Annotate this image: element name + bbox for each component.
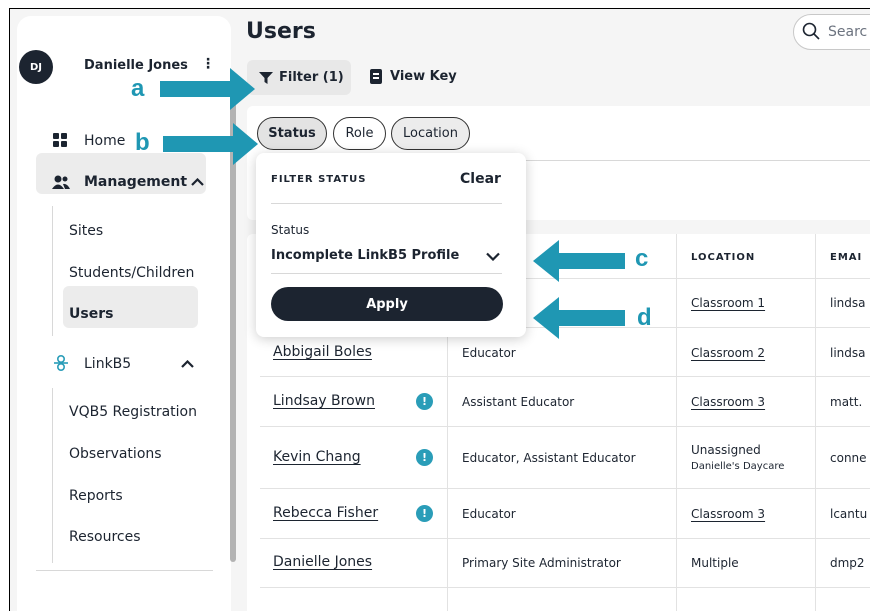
table-cell-email: lindsa xyxy=(830,296,866,310)
table-cell-name[interactable]: Lindsay Brown xyxy=(273,393,375,409)
sidebar-item-students[interactable]: Students/Children xyxy=(69,265,194,281)
table-cell-location[interactable]: Classroom 2 xyxy=(691,346,765,360)
table-cell-name[interactable]: Kevin Chang xyxy=(273,449,361,465)
chevron-down-icon[interactable] xyxy=(486,252,500,261)
key-book-icon xyxy=(370,69,382,84)
sidebar-item-observations[interactable]: Observations xyxy=(69,446,162,462)
warning-icon[interactable]: ! xyxy=(416,393,433,410)
page-title: Users xyxy=(246,19,316,44)
annotation-arrow-c xyxy=(533,240,625,282)
sidebar-item-sites[interactable]: Sites xyxy=(69,223,103,239)
divider xyxy=(271,203,502,204)
table-cell-email: conne xyxy=(830,451,867,465)
filter-button-label: Filter (1) xyxy=(279,70,344,85)
table-cell-role: Primary Site Administrator xyxy=(462,556,621,570)
row-divider xyxy=(260,488,870,489)
table-cell-name[interactable]: Abbigail Boles xyxy=(273,344,372,360)
avatar[interactable]: DJ xyxy=(19,50,53,84)
filter-icon xyxy=(259,71,273,84)
column-divider xyxy=(676,234,677,611)
warning-icon[interactable]: ! xyxy=(416,505,433,522)
sidebar-item-management-label: Management xyxy=(84,174,188,190)
annotation-label-a: a xyxy=(131,75,145,102)
sidebar-item-home[interactable]: Home xyxy=(84,133,125,149)
table-cell-role: Educator xyxy=(462,507,516,521)
sidebar-item-vqb5[interactable]: VQB5 Registration xyxy=(69,404,197,420)
row-divider xyxy=(260,376,870,377)
submenu-line xyxy=(52,388,53,563)
sidebar-item-reports[interactable]: Reports xyxy=(69,488,123,504)
annotation-label-d: d xyxy=(637,304,652,331)
divider xyxy=(482,160,870,161)
column-divider xyxy=(815,234,816,611)
annotation-arrow-d xyxy=(533,297,625,339)
table-cell-email: lindsa xyxy=(830,346,866,360)
popup-title: FILTER STATUS xyxy=(271,174,367,185)
users-icon xyxy=(52,175,70,189)
annotation-arrow-a xyxy=(160,68,255,110)
table-cell-location: Unassigned xyxy=(691,443,761,457)
row-divider xyxy=(260,426,870,427)
table-cell-name[interactable]: Rebecca Fisher xyxy=(273,505,378,521)
chevron-up-icon[interactable] xyxy=(181,360,194,368)
filter-button[interactable]: Filter (1) xyxy=(247,60,351,95)
status-select[interactable]: Incomplete LinkB5 Profile xyxy=(271,248,459,263)
column-header-email[interactable]: EMAI xyxy=(830,252,862,263)
warning-icon[interactable]: ! xyxy=(416,449,433,466)
table-cell-location[interactable]: Classroom 1 xyxy=(691,296,765,310)
apply-button[interactable]: Apply xyxy=(271,287,503,321)
sidebar-item-linkb5[interactable]: LinkB5 xyxy=(84,356,131,372)
view-key-label: View Key xyxy=(390,69,457,84)
table-cell-name[interactable]: Danielle Jones xyxy=(273,554,372,570)
home-grid-icon xyxy=(53,133,67,147)
linkb5-icon xyxy=(54,355,68,371)
annotation-label-c: c xyxy=(635,245,649,272)
chip-location[interactable]: Location xyxy=(391,117,470,150)
chevron-up-icon[interactable] xyxy=(191,178,204,186)
clear-button[interactable]: Clear xyxy=(460,171,501,187)
table-cell-email: lcantu xyxy=(830,507,868,521)
sidebar-item-resources[interactable]: Resources xyxy=(69,529,141,545)
chip-status[interactable]: Status xyxy=(257,117,327,150)
table-cell-email: dmp2 xyxy=(830,556,865,570)
submenu-line xyxy=(52,206,53,336)
table-cell-location[interactable]: Classroom 3 xyxy=(691,507,765,521)
sidebar-item-users-label: Users xyxy=(69,306,114,322)
table-cell-role: Assistant Educator xyxy=(462,395,575,409)
status-field-label: Status xyxy=(271,223,310,237)
table-cell-location-site: Danielle's Daycare xyxy=(691,461,785,472)
annotation-label-b: b xyxy=(135,129,150,156)
row-divider xyxy=(260,587,870,588)
table-cell-location: Multiple xyxy=(691,556,739,570)
chip-role[interactable]: Role xyxy=(333,117,386,150)
row-divider xyxy=(260,538,870,539)
table-cell-location[interactable]: Classroom 3 xyxy=(691,395,765,409)
divider xyxy=(271,273,502,274)
search-icon xyxy=(802,22,820,40)
view-key-button[interactable]: View Key xyxy=(370,69,457,84)
column-header-location[interactable]: LOCATION xyxy=(691,252,755,263)
annotation-arrow-b xyxy=(163,123,258,165)
table-cell-role: Educator xyxy=(462,346,516,360)
sidebar-divider xyxy=(36,570,213,571)
table-cell-role: Educator, Assistant Educator xyxy=(462,451,636,465)
table-cell-email: matt. xyxy=(830,395,863,409)
